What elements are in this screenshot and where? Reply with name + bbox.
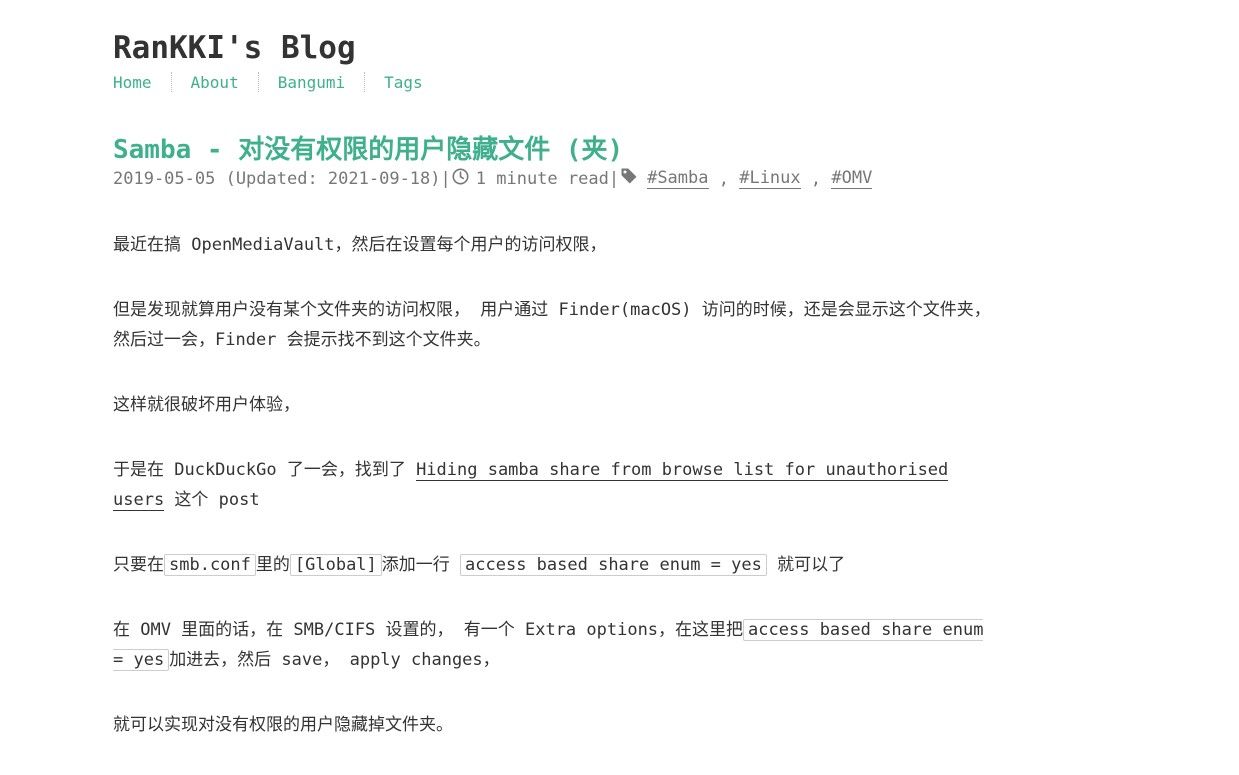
paragraph-result: 就可以实现对没有权限的用户隐藏掉文件夹。 (113, 715, 453, 735)
inline-code-smb-conf: smb.conf (164, 554, 256, 576)
paragraph-text: 就可以了 (766, 555, 846, 575)
tag-samba[interactable]: #Samba (647, 168, 709, 189)
paragraph-config: 只要在 smb.conf 里的 [Global] 添加一行 access based s… (113, 550, 993, 580)
paragraph-text: 添加一行 (381, 555, 461, 575)
paragraph-found: 于是在 DuckDuckGo 了一会，找到了 Hiding samba shar… (113, 455, 993, 515)
paragraph-ux: 这样就很破坏用户体验， (113, 395, 300, 415)
paragraph-problem: 但是发现就算用户没有某个文件夹的访问权限， 用户通过 Finder(macOS)… (113, 300, 991, 350)
paragraph-text: 于是在 DuckDuckGo 了一会，找到了 (113, 460, 417, 480)
nav-about[interactable]: About (191, 73, 239, 92)
inline-code-option: access based share enum = yes (460, 554, 767, 576)
tag-omv[interactable]: #OMV (831, 168, 873, 189)
meta-separator: | (608, 168, 620, 189)
paragraph-text: 在 OMV 里面的话，在 SMB/CIFS 设置的， 有一个 Extra opt… (113, 620, 744, 640)
paragraph-omv: 在 OMV 里面的话，在 SMB/CIFS 设置的， 有一个 Extra opt… (113, 615, 993, 675)
main-nav: Home About Bangumi Tags (113, 70, 423, 94)
nav-divider (170, 72, 172, 92)
post-title[interactable]: Samba - 对没有权限的用户隐藏文件 (夹) (113, 129, 623, 166)
nav-divider (257, 72, 259, 92)
tag-separator: , (708, 168, 740, 189)
nav-tags[interactable]: Tags (384, 73, 423, 92)
post-content: 最近在搞 OpenMediaVault，然后在设置每个用户的访问权限， 但是发现… (113, 230, 993, 775)
meta-separator: | (440, 168, 451, 189)
paragraph-text: 加进去，然后 save， apply changes， (169, 650, 500, 670)
paragraph-text: 这个 post (164, 490, 260, 510)
inline-code-global: [Global] (289, 554, 382, 576)
tag-linux[interactable]: #Linux (739, 168, 801, 189)
paragraph-text: 只要在 (113, 555, 164, 575)
post-date: 2019-05-05 (Updated: 2021-09-18) (113, 168, 441, 189)
nav-divider (364, 72, 366, 92)
tag-separator: , (800, 168, 832, 189)
tag-icon (620, 167, 638, 190)
post-meta: 2019-05-05 (Updated: 2021-09-18) | 1 min… (113, 167, 873, 190)
nav-home[interactable]: Home (113, 73, 152, 92)
nav-bangumi[interactable]: Bangumi (278, 73, 345, 92)
read-time: 1 minute read (475, 168, 609, 189)
site-title[interactable]: RanKKI's Blog (113, 30, 356, 66)
paragraph-intro: 最近在搞 OpenMediaVault，然后在设置每个用户的访问权限， (113, 235, 607, 255)
paragraph-text: 里的 (255, 555, 290, 575)
clock-icon (452, 168, 469, 190)
